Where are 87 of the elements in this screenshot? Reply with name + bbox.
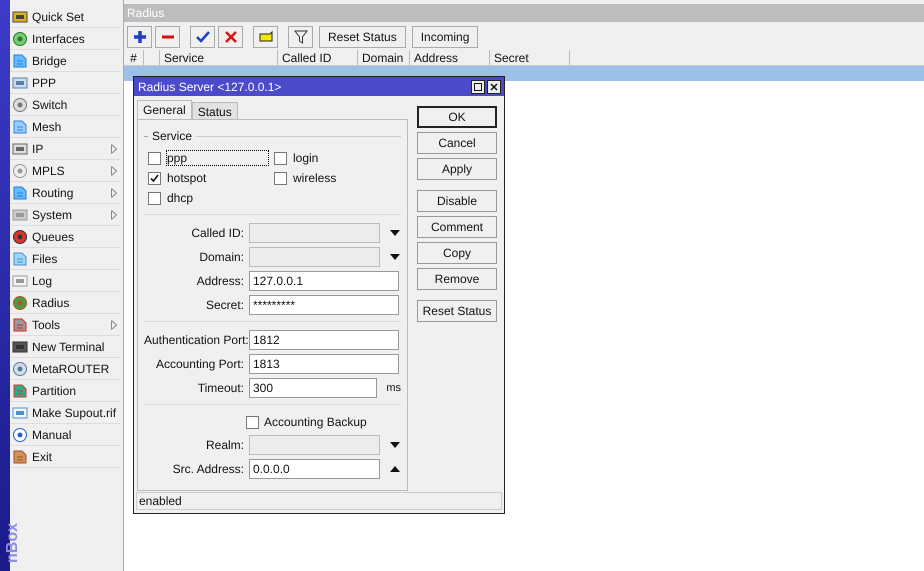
menu-item[interactable]: Manual: [10, 424, 121, 446]
text-field[interactable]: 1812: [249, 330, 399, 350]
dialog-button[interactable]: Disable: [417, 190, 497, 212]
tab[interactable]: Status: [192, 102, 238, 119]
checkbox-label: ppp: [166, 150, 269, 166]
text-field[interactable]: *********: [249, 295, 399, 315]
dialog-title: Radius Server <127.0.0.1>: [138, 78, 282, 96]
close-button[interactable]: [487, 80, 501, 94]
field-label: Timeout:: [196, 380, 244, 397]
checkbox-label: Accounting Backup: [264, 415, 367, 429]
status-bar: enabled: [136, 492, 502, 510]
maximize-icon: [474, 82, 482, 90]
field-label: Src. Address:: [172, 461, 244, 478]
dialog-button[interactable]: Apply: [417, 158, 497, 180]
menu-item[interactable]: Bridge: [10, 50, 121, 72]
submenu-arrow-icon: [111, 166, 117, 176]
column-header[interactable]: Called ID: [278, 50, 358, 65]
menu-item[interactable]: Routing: [10, 182, 121, 204]
menu-item[interactable]: System: [10, 204, 121, 226]
check-icon[interactable]: [190, 26, 215, 48]
filter-icon[interactable]: [288, 26, 313, 48]
menu-item[interactable]: Make Supout.rif: [10, 402, 121, 424]
toolbar-button[interactable]: Reset Status: [319, 26, 406, 48]
menu-item[interactable]: MPLS: [10, 160, 121, 182]
toolbar-button[interactable]: Incoming: [412, 26, 478, 48]
field-label: Domain:: [198, 249, 244, 266]
checkbox[interactable]: [148, 192, 161, 204]
checkbox-label: login: [292, 150, 320, 166]
checkbox-label: hotspot: [166, 170, 208, 186]
submenu-arrow-icon: [111, 188, 117, 198]
menu-item[interactable]: Partition: [10, 380, 121, 402]
plus-icon[interactable]: [127, 26, 152, 48]
menu-item[interactable]: Mesh: [10, 116, 121, 138]
checkbox[interactable]: [246, 416, 259, 428]
menu-item[interactable]: Files: [10, 248, 121, 270]
dialog-button[interactable]: Copy: [417, 242, 497, 264]
menu-item[interactable]: Exit: [10, 446, 121, 468]
text-field[interactable]: 127.0.0.1: [249, 271, 399, 291]
checkbox[interactable]: [148, 152, 161, 164]
close-icon[interactable]: [218, 26, 243, 48]
menu-item[interactable]: New Terminal: [10, 336, 121, 358]
checkbox[interactable]: [274, 172, 287, 184]
dialog-button[interactable]: Comment: [417, 216, 497, 238]
checkbox-label: wireless: [292, 170, 338, 186]
maximize-button[interactable]: [471, 80, 485, 94]
menu-item[interactable]: Radius: [10, 292, 121, 314]
checkbox-label: dhcp: [166, 190, 194, 206]
menu-item[interactable]: Queues: [10, 226, 121, 248]
dialog-button[interactable]: Remove: [417, 268, 497, 290]
field-label: Realm:: [204, 437, 244, 454]
checkbox[interactable]: [274, 152, 287, 164]
combo-field[interactable]: 0.0.0.0: [249, 459, 380, 479]
close-icon: [490, 82, 498, 90]
note-icon[interactable]: [253, 26, 278, 48]
minus-icon[interactable]: [155, 26, 180, 48]
field-label: Accounting Port:: [154, 356, 244, 373]
menu-item[interactable]: Log: [10, 270, 121, 292]
menu-item[interactable]: MetaROUTER: [10, 358, 121, 380]
unit-label: ms: [386, 380, 401, 396]
menu-item[interactable]: Switch: [10, 94, 121, 116]
group-title: Service: [152, 128, 192, 145]
dialog-button[interactable]: Cancel: [417, 132, 497, 154]
submenu-arrow-icon: [111, 144, 117, 154]
text-field[interactable]: 1813: [249, 354, 399, 374]
text-field[interactable]: 300: [249, 378, 378, 398]
menu-item[interactable]: IP: [10, 138, 121, 160]
tab[interactable]: General: [137, 100, 192, 119]
column-header[interactable]: #: [124, 50, 144, 65]
column-header[interactable]: Domain: [358, 50, 410, 65]
column-header[interactable]: Address: [410, 50, 490, 65]
submenu-arrow-icon: [111, 320, 117, 330]
menu-item[interactable]: Tools: [10, 314, 121, 336]
field-label: Address:: [196, 273, 244, 290]
column-header[interactable]: Service: [160, 50, 278, 65]
checkbox[interactable]: [148, 172, 161, 184]
window-title: Radius: [124, 4, 924, 22]
field-label: Secret:: [204, 297, 244, 314]
menu-item[interactable]: PPP: [10, 72, 121, 94]
dialog-button[interactable]: Reset Status: [417, 300, 497, 322]
menu-item[interactable]: Interfaces: [10, 28, 121, 50]
field-label: Called ID:: [190, 225, 244, 242]
brand-label: nBox: [5, 523, 21, 563]
column-header[interactable]: Secret: [490, 50, 570, 65]
submenu-arrow-icon: [111, 210, 117, 220]
dialog-button[interactable]: OK: [417, 106, 497, 128]
caret-up-icon[interactable]: [390, 466, 400, 472]
menu-item[interactable]: Quick Set: [10, 6, 121, 28]
